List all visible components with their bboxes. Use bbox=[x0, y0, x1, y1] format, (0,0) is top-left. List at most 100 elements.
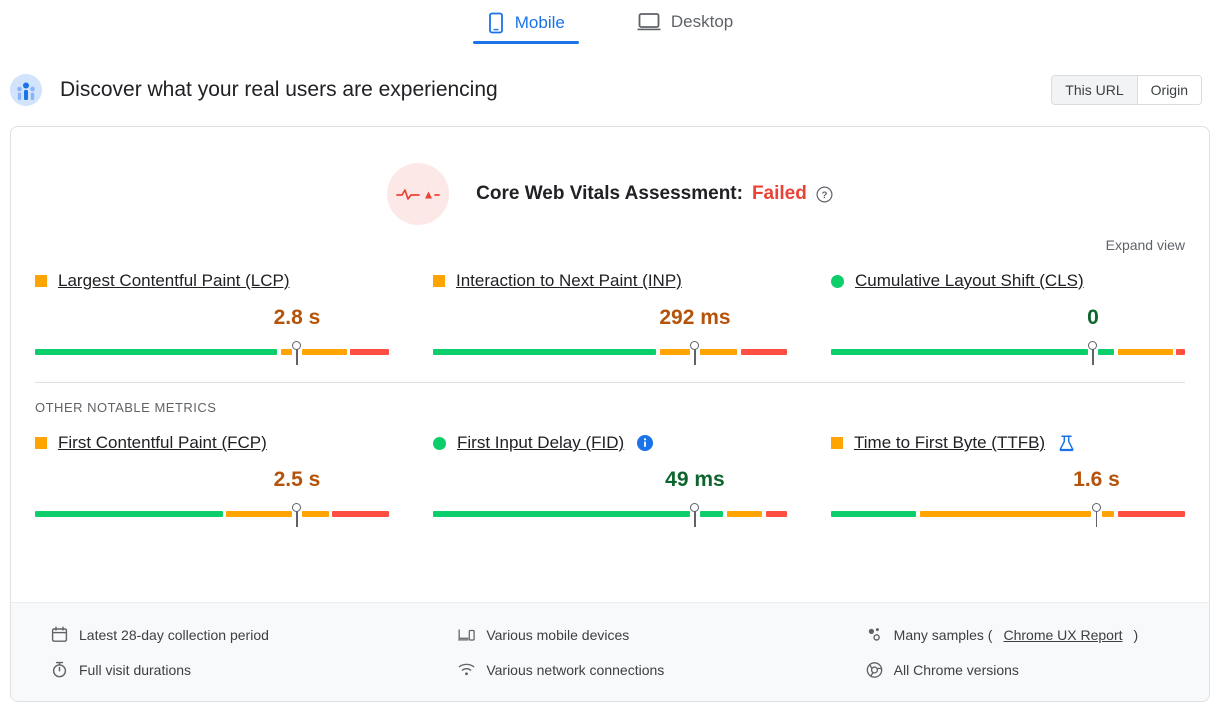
metric-distribution-bar bbox=[831, 340, 1185, 358]
footer-item-label: Various network connections bbox=[486, 662, 664, 678]
metric-card: First Input Delay (FID)49 ms bbox=[423, 431, 797, 520]
orange-square-icon bbox=[831, 437, 843, 449]
footer-item-label: Various mobile devices bbox=[486, 627, 629, 643]
metric-name-link[interactable]: Largest Contentful Paint (LCP) bbox=[58, 271, 290, 291]
scope-this-url-button[interactable]: This URL bbox=[1052, 76, 1136, 104]
tab-desktop-label: Desktop bbox=[671, 12, 733, 32]
metric-value: 1.6 s bbox=[1073, 468, 1120, 492]
other-notable-metrics: First Contentful Paint (FCP)2.5 s First I… bbox=[11, 415, 1209, 520]
bar-segment bbox=[727, 511, 762, 517]
metric-card: Time to First Byte (TTFB) 1.6 s bbox=[821, 431, 1195, 520]
chrome-ux-report-link[interactable]: Chrome UX Report bbox=[1003, 627, 1122, 643]
footer-item-suffix: ) bbox=[1134, 627, 1139, 643]
metric-header: First Contentful Paint (FCP) bbox=[35, 431, 389, 455]
tab-mobile[interactable]: Mobile bbox=[473, 6, 579, 48]
bar-segment bbox=[433, 349, 656, 355]
tab-mobile-label: Mobile bbox=[515, 13, 565, 33]
footer-item: Various network connections bbox=[458, 652, 761, 687]
metric-card: Largest Contentful Paint (LCP) 2.8 s bbox=[25, 269, 399, 358]
marker-stem bbox=[1092, 349, 1094, 365]
assessment-header: Core Web Vitals Assessment: Failed ? bbox=[11, 127, 1209, 225]
footer-item: Latest 28-day collection period bbox=[51, 617, 354, 652]
footer-item-label: All Chrome versions bbox=[894, 662, 1019, 678]
crux-card: Core Web Vitals Assessment: Failed ? Exp… bbox=[10, 126, 1210, 702]
tab-desktop[interactable]: Desktop bbox=[623, 6, 747, 46]
bar-segment bbox=[1102, 511, 1114, 517]
footer-item: Many samples ( Chrome UX Report) bbox=[866, 617, 1169, 652]
discover-header: Discover what your real users are experi… bbox=[0, 62, 1220, 118]
calendar-icon bbox=[51, 626, 68, 643]
core-web-vitals-metrics: Largest Contentful Paint (LCP) 2.8 s Inter… bbox=[11, 253, 1209, 358]
info-circle-icon[interactable] bbox=[637, 435, 653, 451]
metric-name-link[interactable]: Interaction to Next Paint (INP) bbox=[456, 271, 682, 291]
devices-icon bbox=[458, 626, 475, 643]
footer-item: Full visit durations bbox=[51, 652, 354, 687]
footer-column: Various mobile devices Various network co… bbox=[418, 617, 801, 687]
bar-track bbox=[433, 349, 787, 355]
metric-name-link[interactable]: First Contentful Paint (FCP) bbox=[58, 433, 267, 453]
metric-value-row: 2.8 s bbox=[35, 306, 389, 340]
metric-card: Cumulative Layout Shift (CLS)0 bbox=[821, 269, 1195, 358]
metric-card: First Contentful Paint (FCP)2.5 s bbox=[25, 431, 399, 520]
metric-distribution-bar bbox=[831, 502, 1185, 520]
metric-distribution-bar bbox=[433, 340, 787, 358]
value-marker-pin bbox=[1088, 341, 1097, 350]
metric-header: Interaction to Next Paint (INP) bbox=[433, 269, 787, 293]
bar-segment bbox=[831, 511, 916, 517]
bar-segment bbox=[226, 511, 291, 517]
value-marker-pin bbox=[292, 503, 301, 512]
assessment-text: Core Web Vitals Assessment: Failed ? bbox=[476, 183, 833, 205]
scope-origin-button[interactable]: Origin bbox=[1137, 76, 1201, 104]
stopwatch-icon bbox=[51, 661, 68, 678]
chrome-icon bbox=[866, 661, 883, 678]
marker-stem bbox=[296, 349, 298, 365]
marker-stem bbox=[1096, 511, 1098, 527]
green-circle-icon bbox=[433, 437, 446, 450]
expand-view-button[interactable]: Expand view bbox=[1106, 237, 1185, 253]
metric-value: 0 bbox=[1087, 306, 1099, 330]
bar-segment bbox=[35, 511, 223, 517]
bar-segment bbox=[920, 511, 1092, 517]
bar-segment bbox=[35, 349, 277, 355]
metric-header: First Input Delay (FID) bbox=[433, 431, 787, 455]
bar-segment bbox=[1176, 349, 1185, 355]
marker-stem bbox=[296, 511, 298, 527]
metric-value-row: 292 ms bbox=[433, 306, 787, 340]
metric-value: 2.8 s bbox=[274, 306, 321, 330]
bar-segment bbox=[700, 511, 723, 517]
bar-track bbox=[831, 349, 1185, 355]
network-signal-icon bbox=[458, 661, 475, 678]
metric-distribution-bar bbox=[35, 502, 389, 520]
metric-header: Time to First Byte (TTFB) bbox=[831, 431, 1185, 455]
value-marker-pin bbox=[292, 341, 301, 350]
bar-segment bbox=[766, 511, 787, 517]
footer-item-label: Many samples ( bbox=[894, 627, 993, 643]
bar-track bbox=[831, 511, 1185, 517]
assessment-label: Core Web Vitals Assessment: bbox=[476, 183, 743, 205]
bar-segment bbox=[350, 349, 389, 355]
bar-segment bbox=[1118, 349, 1173, 355]
footer-item-label: Full visit durations bbox=[79, 662, 191, 678]
bar-segment bbox=[433, 511, 690, 517]
page-title: Discover what your real users are experi… bbox=[60, 78, 1051, 102]
help-circle-icon[interactable]: ? bbox=[816, 186, 833, 203]
experimental-flask-icon[interactable] bbox=[1058, 434, 1075, 453]
metric-value: 292 ms bbox=[659, 306, 730, 330]
footer-column: Many samples ( Chrome UX Report) All Chrom… bbox=[826, 617, 1209, 687]
value-marker-pin bbox=[1092, 503, 1101, 512]
metric-name-link[interactable]: First Input Delay (FID) bbox=[457, 433, 624, 453]
metric-header: Cumulative Layout Shift (CLS) bbox=[831, 269, 1185, 293]
metric-name-link[interactable]: Time to First Byte (TTFB) bbox=[854, 433, 1045, 453]
footer-item: All Chrome versions bbox=[866, 652, 1169, 687]
value-marker-pin bbox=[690, 503, 699, 512]
bar-segment bbox=[302, 349, 346, 355]
footer-column: Latest 28-day collection period Full visi… bbox=[11, 617, 394, 687]
bar-segment bbox=[700, 349, 737, 355]
value-marker-pin bbox=[690, 341, 699, 350]
desktop-monitor-icon bbox=[637, 12, 661, 32]
orange-square-icon bbox=[35, 275, 47, 287]
metric-header: Largest Contentful Paint (LCP) bbox=[35, 269, 389, 293]
expand-view-row: Expand view bbox=[11, 225, 1209, 253]
metric-name-link[interactable]: Cumulative Layout Shift (CLS) bbox=[855, 271, 1084, 291]
green-circle-icon bbox=[831, 275, 844, 288]
